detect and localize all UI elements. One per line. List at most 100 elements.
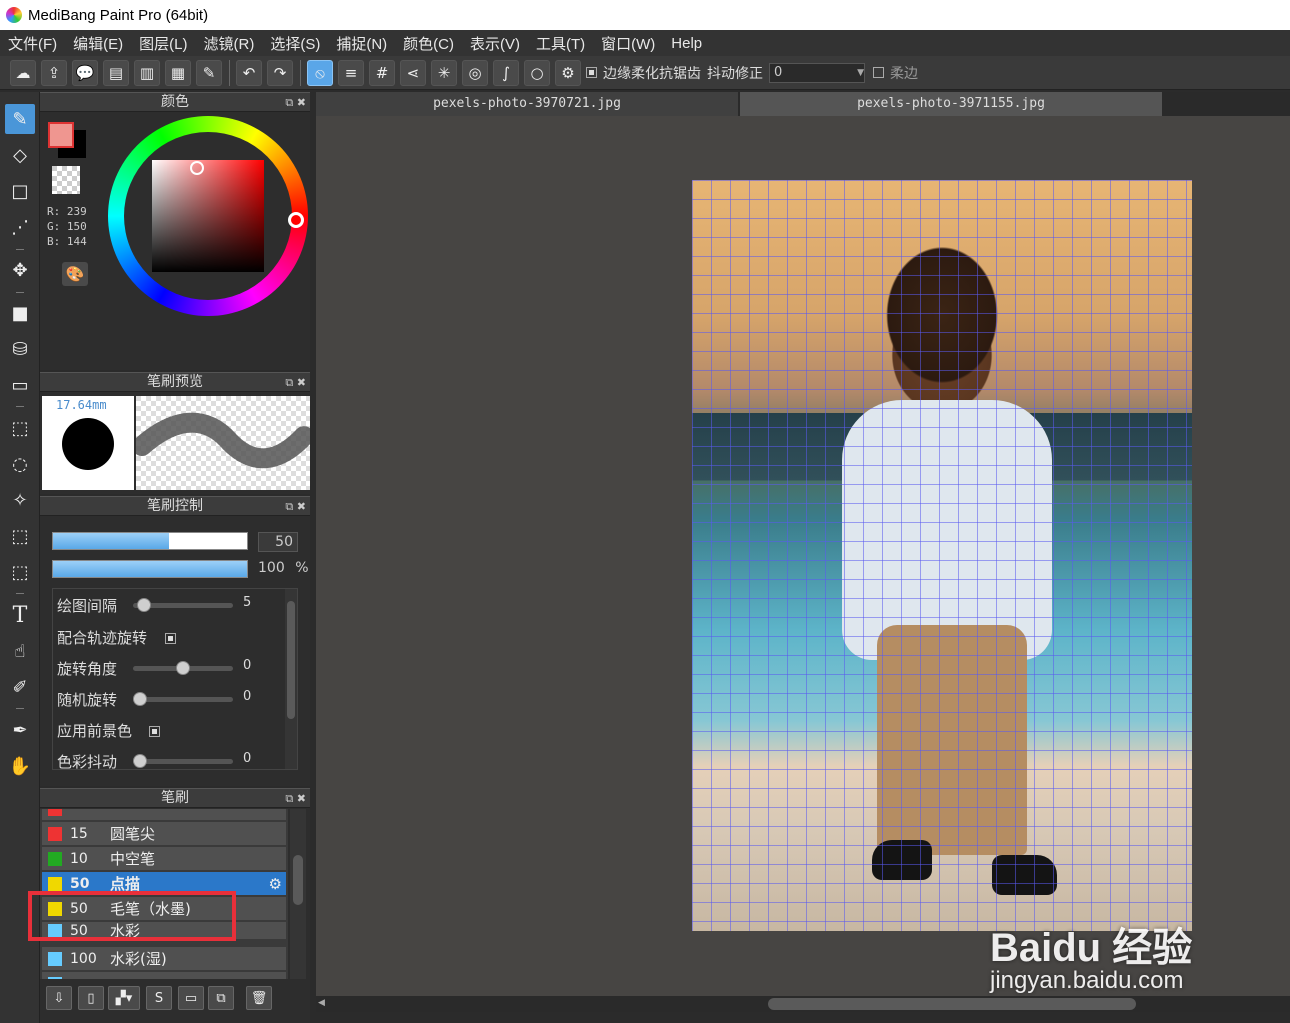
trash-icon[interactable]: 🗑 xyxy=(246,986,272,1010)
rotation-angle-slider-knob[interactable] xyxy=(176,661,190,675)
color-jitter-slider-knob[interactable] xyxy=(133,754,147,768)
sv-picker-handle[interactable] xyxy=(190,161,204,175)
dot-tool-icon[interactable]: ⋰ xyxy=(5,212,35,242)
menu-filter[interactable]: 滤镜(R) xyxy=(204,33,255,54)
opacity-bar[interactable] xyxy=(52,560,248,578)
scrollbar-thumb[interactable] xyxy=(287,601,295,719)
gear-icon[interactable]: ⚙ xyxy=(269,875,282,893)
edit-page-icon[interactable]: ✎ xyxy=(196,59,222,86)
list-item[interactable] xyxy=(42,972,286,979)
color-jitter-slider[interactable] xyxy=(133,754,233,768)
brush-type-icon[interactable]: ▞▾ xyxy=(108,986,140,1010)
foreground-color-swatch[interactable] xyxy=(48,122,74,148)
radial-snap-icon[interactable]: ✳ xyxy=(431,59,457,86)
folder-icon[interactable]: ▭ xyxy=(178,986,204,1010)
palette-icon[interactable]: 🎨 xyxy=(62,262,88,286)
rectangle-tool-icon[interactable]: □ xyxy=(5,176,35,206)
curve-snap-icon[interactable]: ∫ xyxy=(493,59,519,86)
saturation-value-square[interactable] xyxy=(152,160,264,272)
menu-view[interactable]: 表示(V) xyxy=(470,33,520,54)
script-brush-icon[interactable]: S xyxy=(146,986,172,1010)
tab-document-1[interactable]: pexels-photo-3970721.jpg xyxy=(316,92,738,116)
move-tool-icon[interactable]: ✥ xyxy=(5,255,35,285)
menu-file[interactable]: 文件(F) xyxy=(8,33,57,54)
scrollbar-thumb[interactable] xyxy=(768,998,1136,1010)
tab-document-2[interactable]: pexels-photo-3971155.jpg xyxy=(740,92,1162,116)
page-icon[interactable]: ▥ xyxy=(134,59,160,86)
snap-off-icon[interactable]: ⦸ xyxy=(307,59,333,86)
canvas-image[interactable] xyxy=(692,180,1192,931)
rotate-to-path-checkbox[interactable] xyxy=(165,633,176,644)
panel-buttons[interactable]: ⧉ ✖ xyxy=(285,789,306,808)
antialias-checkbox[interactable] xyxy=(586,67,597,78)
brush-size-value[interactable]: 50 xyxy=(258,532,298,552)
list-item[interactable]: 100 水彩(湿) xyxy=(42,947,286,971)
spacing-slider[interactable] xyxy=(133,598,233,612)
list-item[interactable]: 10 中空笔 xyxy=(42,847,286,871)
circle-snap-icon[interactable]: ○ xyxy=(524,59,550,86)
eraser-tool-icon[interactable]: ◇ xyxy=(5,140,35,170)
parallel-snap-icon[interactable]: ≡ xyxy=(338,59,364,86)
grid-snap-icon[interactable]: # xyxy=(369,59,395,86)
upload-icon[interactable]: ⇪ xyxy=(41,59,67,86)
menu-snap[interactable]: 捕捉(N) xyxy=(336,33,387,54)
panel-buttons[interactable]: ⧉ ✖ xyxy=(285,373,306,392)
menu-select[interactable]: 选择(S) xyxy=(270,33,320,54)
rotation-angle-slider[interactable] xyxy=(133,661,233,675)
brush-list-scrollbar[interactable] xyxy=(290,809,306,979)
divide-tool-icon[interactable]: ✐ xyxy=(5,672,35,702)
opacity-value[interactable]: 100 xyxy=(258,560,285,576)
perspective-snap-icon[interactable]: ⋖ xyxy=(400,59,426,86)
menu-window[interactable]: 窗口(W) xyxy=(601,33,655,54)
gear-icon[interactable]: ⚙ xyxy=(555,59,581,86)
duplicate-icon[interactable]: ⧉ xyxy=(208,986,234,1010)
message-icon[interactable]: ▤ xyxy=(103,59,129,86)
brush-size-bar[interactable] xyxy=(52,532,248,550)
select-rect-tool-icon[interactable]: ⬚ xyxy=(5,413,35,443)
spacing-value: 5 xyxy=(243,595,252,610)
spacing-slider-knob[interactable] xyxy=(137,598,152,612)
hand-tool-icon[interactable]: ✋ xyxy=(5,751,35,781)
cloud-download-icon[interactable]: ⇩ xyxy=(46,986,72,1010)
menu-tools[interactable]: 工具(T) xyxy=(536,33,585,54)
panel-buttons[interactable]: ⧉ ✖ xyxy=(285,497,306,516)
hue-picker-handle[interactable] xyxy=(288,212,304,228)
eyedropper-tool-icon[interactable]: ✒ xyxy=(5,715,35,745)
random-rotation-slider-knob[interactable] xyxy=(133,692,147,706)
menu-layer[interactable]: 图层(L) xyxy=(139,33,187,54)
menu-color[interactable]: 颜色(C) xyxy=(403,33,454,54)
text-tool-icon[interactable]: T xyxy=(5,600,35,630)
soft-edge-checkbox[interactable] xyxy=(873,67,884,78)
fill-shape-tool-icon[interactable]: ■ xyxy=(5,298,35,328)
lasso-tool-icon[interactable]: ◌ xyxy=(5,449,35,479)
magic-wand-tool-icon[interactable]: ✧ xyxy=(5,485,35,515)
gradient-tool-icon[interactable]: ▭ xyxy=(5,370,35,400)
list-item[interactable]: 15 圆笔尖 xyxy=(42,822,286,846)
hue-wheel[interactable] xyxy=(108,116,308,316)
stabilizer-select[interactable]: 0 ▼ xyxy=(769,62,865,83)
cloud-icon[interactable]: ☁ xyxy=(10,59,36,86)
random-rotation-slider[interactable] xyxy=(133,692,233,706)
comment-icon[interactable]: 💬 xyxy=(72,59,98,86)
undo-icon[interactable]: ↶ xyxy=(236,59,262,86)
layout-icon[interactable]: ▦ xyxy=(165,59,191,86)
new-brush-icon[interactable]: ▯ xyxy=(78,986,104,1010)
brush-tool-icon[interactable]: ✎ xyxy=(5,104,35,134)
select-pen-tool-icon[interactable]: ⬚ xyxy=(5,521,35,551)
panel-buttons[interactable]: ⧉ ✖ xyxy=(285,93,306,112)
operation-tool-icon[interactable]: ☝ xyxy=(5,636,35,666)
redo-icon[interactable]: ↷ xyxy=(267,59,293,86)
apply-foreground-checkbox[interactable] xyxy=(149,726,160,737)
bucket-tool-icon[interactable]: ⛁ xyxy=(5,334,35,364)
brush-settings-scrollbar[interactable] xyxy=(285,589,297,769)
brush-size: 50 xyxy=(70,875,90,892)
canvas-horizontal-scrollbar[interactable]: ◀ xyxy=(316,996,1290,1012)
transparent-color-swatch[interactable] xyxy=(52,166,80,194)
scroll-left-icon[interactable]: ◀ xyxy=(318,998,325,1008)
concentric-snap-icon[interactable]: ◎ xyxy=(462,59,488,86)
scrollbar-thumb[interactable] xyxy=(293,855,303,905)
menu-help[interactable]: Help xyxy=(671,35,702,52)
list-item[interactable] xyxy=(42,809,286,821)
menu-edit[interactable]: 编辑(E) xyxy=(73,33,123,54)
select-eraser-tool-icon[interactable]: ⬚ xyxy=(5,557,35,587)
